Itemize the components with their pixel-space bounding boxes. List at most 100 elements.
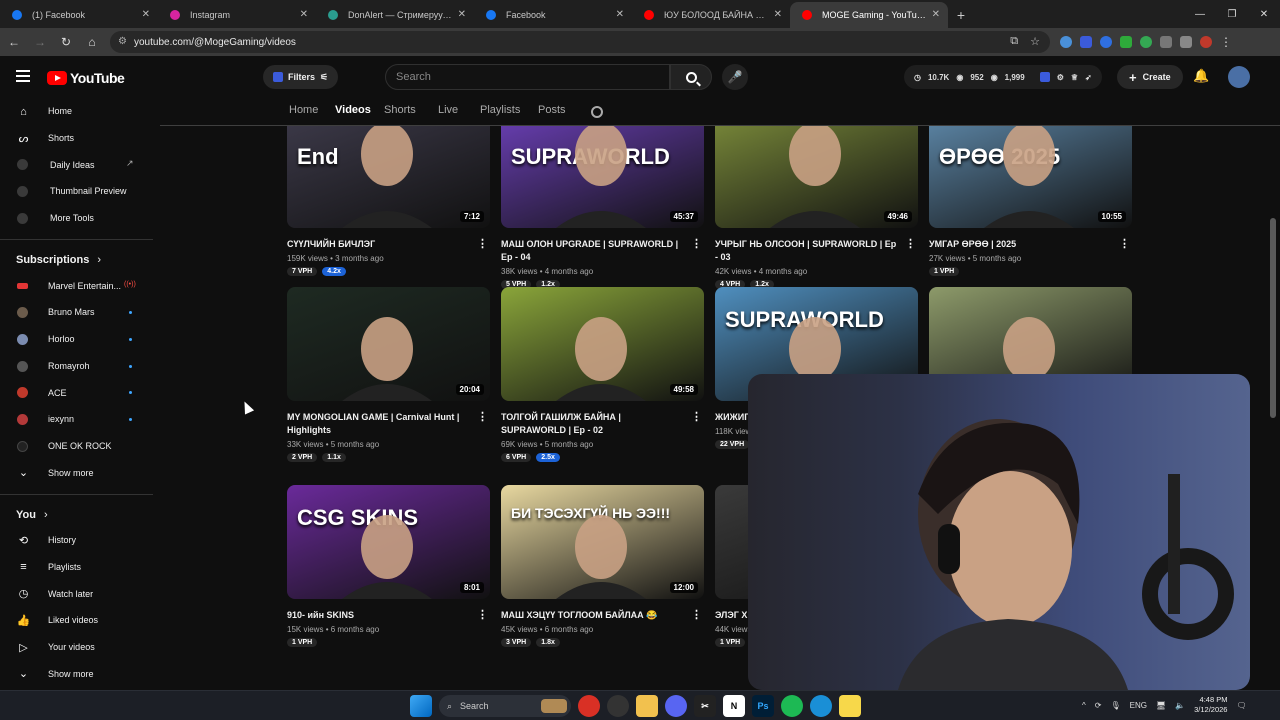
- sidebar-item-watch-later[interactable]: ◷ Watch later: [0, 580, 153, 607]
- video-title[interactable]: СҮҮЛЧИЙН БИЧЛЭГ ⋮: [287, 238, 490, 251]
- youtube-logo[interactable]: YouTube: [47, 70, 125, 86]
- video-card[interactable]: CSG SKINS 8:01 910- ийн SKINS ⋮ 15K views • …: [287, 485, 490, 647]
- search-input[interactable]: Search: [385, 64, 670, 90]
- file-explorer-icon[interactable]: [636, 695, 658, 717]
- video-thumbnail[interactable]: SUPRAWORLD45:37: [501, 126, 704, 228]
- app-icon[interactable]: [810, 695, 832, 717]
- sync-icon[interactable]: ⟳: [1095, 701, 1102, 710]
- extension-icon[interactable]: [1100, 36, 1112, 48]
- sidebar-item-more-tools[interactable]: More Tools: [0, 205, 153, 232]
- video-card[interactable]: ӨРӨӨ 2025 10:55 УМГАР ӨРӨӨ | 2025 ⋮ 27K view…: [929, 126, 1132, 276]
- more-actions-icon[interactable]: ⋮: [691, 609, 702, 622]
- more-actions-icon[interactable]: ⋮: [691, 411, 702, 424]
- notion-icon[interactable]: N: [723, 695, 745, 717]
- more-actions-icon[interactable]: ⋮: [477, 411, 488, 424]
- obs-icon[interactable]: [607, 695, 629, 717]
- video-thumbnail[interactable]: CSG SKINS 8:01: [287, 485, 490, 599]
- photoshop-icon[interactable]: Ps: [752, 695, 774, 717]
- sidebar-item-home[interactable]: ⌂ Home: [0, 98, 153, 125]
- more-actions-icon[interactable]: ⋮: [905, 238, 916, 251]
- page-scrollbar[interactable]: [1270, 218, 1276, 418]
- more-actions-icon[interactable]: ⋮: [691, 238, 702, 251]
- tray-chevron-icon[interactable]: ^: [1082, 701, 1086, 710]
- video-thumbnail[interactable]: 20:04: [287, 287, 490, 401]
- trophy-icon[interactable]: ♕: [1071, 73, 1078, 82]
- browser-tab-active[interactable]: MOGE Gaming - YouTube ✕: [790, 2, 948, 28]
- sidebar-item-subscription[interactable]: Marvel Entertain... ((•)): [0, 272, 153, 299]
- video-title[interactable]: МАШ ОЛОН UPGRADE | SUPRAWORLD | Ep - 04 ⋮: [501, 238, 704, 264]
- extension-icon[interactable]: [1140, 36, 1152, 48]
- download-icon[interactable]: [1120, 36, 1132, 48]
- show-more-button[interactable]: ⌄ Show more: [0, 459, 153, 486]
- you-heading[interactable]: You ›: [0, 503, 153, 527]
- more-actions-icon[interactable]: ⋮: [1119, 238, 1130, 251]
- clock[interactable]: 4:48 PM 3/12/2026: [1194, 695, 1227, 715]
- maximize-icon[interactable]: ❐: [1216, 0, 1248, 28]
- video-card[interactable]: SUPRAWORLD45:37 МАШ ОЛОН UPGRADE | SUPRAW…: [501, 126, 704, 289]
- video-thumbnail[interactable]: 49:58: [501, 287, 704, 401]
- sidebar-item-subscription[interactable]: Romayroh: [0, 353, 153, 380]
- sidebar-item-playlists[interactable]: ≡ Playlists: [0, 554, 153, 581]
- notification-center-icon[interactable]: 🗨: [1236, 701, 1246, 710]
- close-tab-icon[interactable]: ✕: [142, 9, 150, 20]
- chrome-icon[interactable]: [578, 695, 600, 717]
- video-card[interactable]: 49:46 УЧРЫГ НЬ ОЛСООН | SUPRAWORLD | Ep -…: [715, 126, 918, 289]
- more-actions-icon[interactable]: ⋮: [477, 609, 488, 622]
- close-tab-icon[interactable]: ✕: [458, 9, 466, 20]
- close-tab-icon[interactable]: ✕: [774, 9, 782, 20]
- video-card[interactable]: 20:04 MY MONGOLIAN GAME | Carnival Hunt |…: [287, 287, 490, 462]
- spotify-icon[interactable]: [781, 695, 803, 717]
- sidebar-item-subscription[interactable]: Bruno Mars: [0, 299, 153, 326]
- video-title[interactable]: УЧРЫГ НЬ ОЛСООН | SUPRAWORLD | Ep - 03 ⋮: [715, 238, 918, 264]
- sidebar-item-subscription[interactable]: iexynn: [0, 406, 153, 433]
- reload-icon[interactable]: ↻: [54, 30, 78, 54]
- address-bar[interactable]: ⚙ youtube.com/@MogeGaming/videos ⧉ ☆: [110, 31, 1050, 53]
- video-title[interactable]: УМГАР ӨРӨӨ | 2025 ⋮: [929, 238, 1132, 251]
- windows-start-icon[interactable]: [410, 695, 432, 717]
- close-tab-icon[interactable]: ✕: [932, 9, 940, 20]
- sidebar-item-liked-videos[interactable]: 👍 Liked videos: [0, 607, 153, 634]
- site-info-icon[interactable]: ⚙: [118, 36, 127, 47]
- network-icon[interactable]: 🖥: [1156, 701, 1166, 710]
- extensions-puzzle-icon[interactable]: [1160, 36, 1172, 48]
- video-thumbnail[interactable]: БИ ТЭСЭХГҮЙ НЬ ЭЭ!!! 12:00: [501, 485, 704, 599]
- video-thumbnail[interactable]: 49:46: [715, 126, 918, 228]
- sidebar-item-history[interactable]: ⟲ History: [0, 527, 153, 554]
- notifications-icon[interactable]: 🔔: [1193, 68, 1209, 84]
- extension-icon[interactable]: [1080, 36, 1092, 48]
- sidebar-item-shorts[interactable]: ᔕ Shorts: [0, 125, 153, 152]
- browser-tab[interactable]: Instagram ✕: [158, 2, 316, 28]
- browser-tab[interactable]: (1) Facebook ✕: [0, 2, 158, 28]
- microphone-icon[interactable]: 🎙: [1110, 701, 1120, 710]
- browser-menu-icon[interactable]: ⋮: [1220, 35, 1232, 49]
- channel-search-icon[interactable]: [591, 106, 603, 118]
- tab-posts[interactable]: Posts: [538, 104, 566, 116]
- video-title[interactable]: 910- ийн SKINS ⋮: [287, 609, 490, 622]
- extension-icon[interactable]: [1039, 72, 1050, 82]
- video-card[interactable]: 49:58 ТОЛГОЙ ГАШИЛЖ БАЙНА | SUPRAWORLD | …: [501, 287, 704, 462]
- video-card[interactable]: БИ ТЭСЭХГҮЙ НЬ ЭЭ!!! 12:00 МАШ ХЭЦҮҮ ТОГЛО…: [501, 485, 704, 647]
- extension-icon[interactable]: [1060, 36, 1072, 48]
- avatar[interactable]: [1228, 66, 1250, 88]
- home-browser-icon[interactable]: ⌂: [80, 30, 104, 54]
- profile-icon[interactable]: [1200, 36, 1212, 48]
- subscriptions-heading[interactable]: Subscriptions ›: [0, 248, 153, 272]
- capcut-icon[interactable]: ✂: [694, 695, 716, 717]
- tab-shorts[interactable]: Shorts: [384, 104, 416, 116]
- rocket-icon[interactable]: ➶: [1085, 73, 1092, 82]
- sidebar-item-thumbnail-preview[interactable]: Thumbnail Preview: [0, 178, 153, 205]
- browser-tab[interactable]: DonAlert — Стримеруудэд зор ✕: [316, 2, 474, 28]
- tab-home[interactable]: Home: [289, 104, 318, 116]
- close-window-icon[interactable]: ✕: [1248, 0, 1280, 28]
- language-indicator[interactable]: ENG: [1130, 701, 1147, 710]
- tab-live[interactable]: Live: [438, 104, 458, 116]
- sidebar-item-subscription[interactable]: ACE: [0, 379, 153, 406]
- show-more-button[interactable]: ⌄ Show more: [0, 660, 153, 687]
- taskbar-search[interactable]: ⌕ Search: [439, 695, 571, 717]
- video-card[interactable]: End 7:12 СҮҮЛЧИЙН БИЧЛЭГ ⋮ 159K views • 3 mo…: [287, 126, 490, 276]
- minimize-icon[interactable]: —: [1184, 0, 1216, 28]
- sidebar-item-your-videos[interactable]: ▷ Your videos: [0, 634, 153, 661]
- search-button[interactable]: [670, 64, 712, 90]
- sidebar-item-subscription[interactable]: ONE OK ROCK: [0, 433, 153, 460]
- sticky-notes-icon[interactable]: [839, 695, 861, 717]
